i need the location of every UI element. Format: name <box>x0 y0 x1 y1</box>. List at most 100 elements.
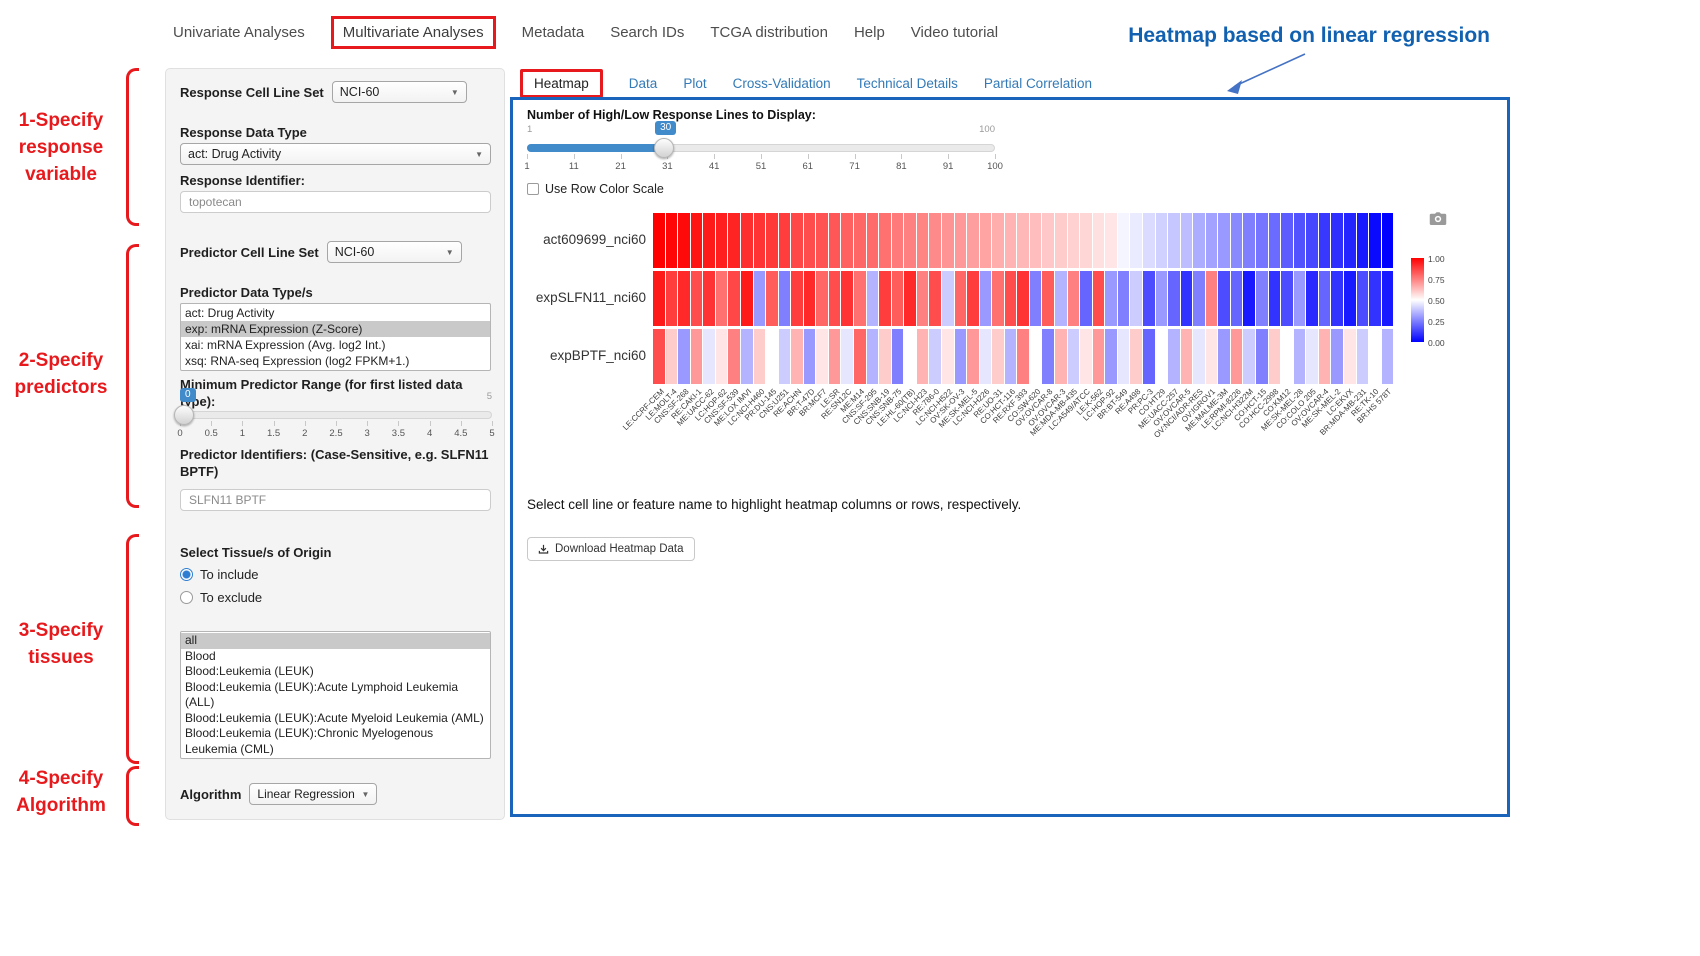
heatmap-cell <box>1331 329 1344 384</box>
heatmap-cell <box>1055 329 1068 384</box>
tissue-option-blood-leukemia-leuk-acute-lymphoid-leukemia-all[interactable]: Blood:Leukemia (LEUK):Acute Lymphoid Leu… <box>181 680 490 711</box>
tissue-option-blood-leukemia-leuk-acute-myeloid-leukemia-aml[interactable]: Blood:Leukemia (LEUK):Acute Myeloid Leuk… <box>181 711 490 727</box>
heatmap-cell <box>1382 271 1394 326</box>
nav-item-video-tutorial[interactable]: Video tutorial <box>911 24 998 41</box>
download-heatmap-data-button[interactable]: Download Heatmap Data <box>527 537 695 561</box>
heatmap-cell <box>1093 271 1106 326</box>
tab-cross-validation[interactable]: Cross-Validation <box>733 76 831 91</box>
algorithm-select[interactable]: Linear Regression ▼ <box>249 783 377 805</box>
nav-item-search-ids[interactable]: Search IDs <box>610 24 684 41</box>
predictor-type-option-act-drug-activity[interactable]: act: Drug Activity <box>181 305 490 321</box>
tab-technical-details[interactable]: Technical Details <box>857 76 958 91</box>
slider-tick-label: 4.5 <box>454 428 467 439</box>
heatmap-cell <box>728 271 741 326</box>
radio-to-exclude[interactable] <box>180 591 193 604</box>
heatmap-cell <box>728 329 741 384</box>
response-data-type-select[interactable]: act: Drug Activity ▼ <box>180 143 491 165</box>
algorithm-value: Linear Regression <box>257 787 354 801</box>
heatmap-cell <box>942 329 955 384</box>
heatmap-cell <box>1017 213 1030 268</box>
heatmap-cell <box>1256 213 1269 268</box>
lines-slider-fill <box>527 144 664 152</box>
heatmap-cell <box>1017 329 1030 384</box>
colorbar-ticks: 1.000.750.500.250.00 <box>1428 258 1468 342</box>
callout-title: Heatmap based on linear regression <box>1040 24 1490 48</box>
tissue-option-blood-leukemia-leuk[interactable]: Blood:Leukemia (LEUK) <box>181 664 490 680</box>
slider-tick-mark <box>430 421 431 426</box>
tissue-option-blood[interactable]: Blood <box>181 649 490 665</box>
lines-slider-label: Number of High/Low Response Lines to Dis… <box>527 108 816 122</box>
heatmap-cell <box>892 213 905 268</box>
heatmap-cell <box>992 329 1005 384</box>
predictor-type-option-exp-mrna-expression-z-score[interactable]: exp: mRNA Expression (Z-Score) <box>181 321 490 337</box>
heatmap-cell <box>1269 329 1282 384</box>
heatmap-cell <box>942 271 955 326</box>
predictor-identifiers-input[interactable] <box>180 489 491 511</box>
slider-tick-mark <box>901 154 902 159</box>
chevron-down-icon: ▼ <box>475 150 483 159</box>
heatmap-cell <box>1357 271 1370 326</box>
slider-tick-mark <box>855 154 856 159</box>
radio-to-include[interactable] <box>180 568 193 581</box>
heatmap-cell <box>1068 329 1081 384</box>
heatmap-row-label-act609699-nci60[interactable]: act609699_nci60 <box>513 232 646 247</box>
nav-item-help[interactable]: Help <box>854 24 885 41</box>
predictor-cell-line-set-row: Predictor Cell Line Set NCI-60 ▼ <box>180 241 491 263</box>
heatmap-cell <box>1306 329 1319 384</box>
nav-item-metadata[interactable]: Metadata <box>522 24 585 41</box>
response-cell-line-set-row: Response Cell Line Set NCI-60 ▼ <box>180 81 491 103</box>
heatmap-row-expbptf-nci60 <box>653 329 1393 384</box>
heatmap-cell <box>980 271 993 326</box>
slider-tick-label: 1 <box>240 428 245 439</box>
nav-item-tcga-distribution[interactable]: TCGA distribution <box>710 24 828 41</box>
nav-item-univariate-analyses[interactable]: Univariate Analyses <box>173 24 305 41</box>
camera-icon[interactable] <box>1429 212 1447 226</box>
heatmap-cell <box>1294 213 1307 268</box>
heatmap-cell <box>1156 213 1169 268</box>
heatmap-cell <box>992 213 1005 268</box>
heatmap-cell <box>1168 329 1181 384</box>
heatmap-row-label-expbptf-nci60[interactable]: expBPTF_nci60 <box>513 348 646 363</box>
heatmap-cell <box>1357 329 1370 384</box>
nav-item-multivariate-analyses[interactable]: Multivariate Analyses <box>331 16 496 49</box>
predictor-data-types-label: Predictor Data Type/s <box>180 285 491 302</box>
tissue-option-blood-leukemia-leuk-chronic-myelogenous-leukemia-cml[interactable]: Blood:Leukemia (LEUK):Chronic Myelogenou… <box>181 726 490 757</box>
response-identifier-input[interactable] <box>180 191 491 213</box>
heatmap-cell <box>854 271 867 326</box>
heatmap-cell <box>1294 271 1307 326</box>
heatmap-cell <box>879 213 892 268</box>
lines-slider-handle[interactable] <box>654 138 674 158</box>
heatmap-row-label-expslfn11-nci60[interactable]: expSLFN11_nci60 <box>513 290 646 305</box>
slider-tick-mark <box>761 154 762 159</box>
heatmap-cell <box>1306 213 1319 268</box>
annotation-bracket-1 <box>126 68 139 226</box>
predictor-cell-line-set-select[interactable]: NCI-60 ▼ <box>327 241 462 263</box>
heatmap-cell <box>1382 213 1394 268</box>
heatmap-cell <box>879 329 892 384</box>
row-color-scale-checkbox[interactable] <box>527 183 539 195</box>
heatmap-cell <box>1105 213 1118 268</box>
min-range-slider-track[interactable] <box>180 411 492 419</box>
min-range-slider[interactable]: 0 5 00.511.522.533.544.55 <box>180 391 492 443</box>
tab-partial-correlation[interactable]: Partial Correlation <box>984 76 1092 91</box>
heatmap-cell <box>678 213 691 268</box>
heatmap-cell <box>1130 271 1143 326</box>
tab-plot[interactable]: Plot <box>683 76 706 91</box>
heatmap-cell <box>904 329 917 384</box>
response-data-type-value: act: Drug Activity <box>188 147 281 161</box>
lines-slider[interactable]: 1 100 30 1112131415161718191100 <box>527 124 995 182</box>
tissue-option-all[interactable]: all <box>181 633 490 649</box>
colorbar-tick-label: 0.00 <box>1428 338 1445 348</box>
tab-heatmap[interactable]: Heatmap <box>520 69 603 98</box>
heatmap-cell <box>854 213 867 268</box>
heatmap-cell <box>791 329 804 384</box>
response-cell-line-set-select[interactable]: NCI-60 ▼ <box>332 81 467 103</box>
slider-tick-label: 3 <box>365 428 370 439</box>
heatmap-cell <box>992 271 1005 326</box>
slider-tick-label: 71 <box>849 161 860 172</box>
tab-data[interactable]: Data <box>629 76 658 91</box>
min-range-slider-handle[interactable] <box>174 405 194 425</box>
response-cell-line-set-label: Response Cell Line Set <box>180 85 324 100</box>
predictor-type-option-xsq-rna-seq-expression-log2-fpkm-1[interactable]: xsq: RNA-seq Expression (log2 FPKM+1.) <box>181 353 490 369</box>
predictor-type-option-xai-mrna-expression-avg-log2-int[interactable]: xai: mRNA Expression (Avg. log2 Int.) <box>181 337 490 353</box>
